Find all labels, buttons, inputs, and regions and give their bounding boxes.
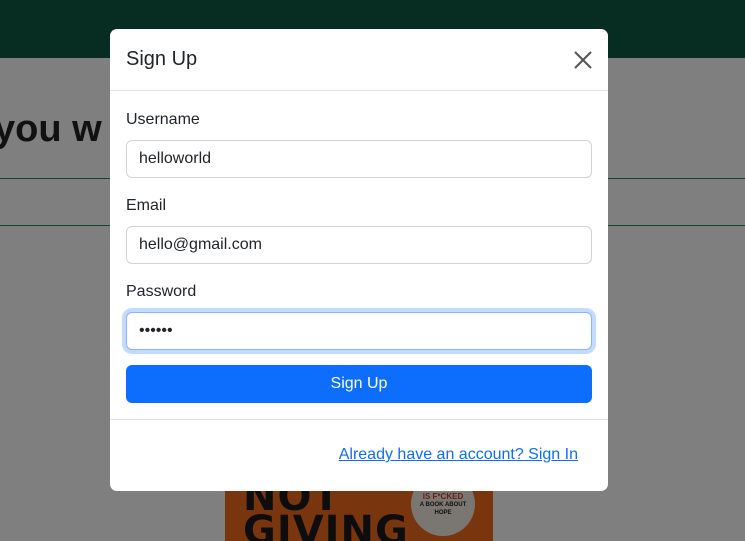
signup-button[interactable]: Sign Up [126, 365, 592, 403]
modal-body: Username Email Password Sign Up [110, 91, 608, 420]
email-input[interactable] [126, 226, 592, 264]
modal-header: Sign Up [110, 29, 608, 91]
username-input[interactable] [126, 140, 592, 178]
email-label: Email [126, 197, 167, 214]
username-label: Username [126, 111, 200, 128]
password-label: Password [126, 283, 197, 300]
password-input[interactable] [126, 312, 592, 350]
modal-title: Sign Up [126, 48, 198, 70]
close-button[interactable] [572, 49, 594, 71]
modal-footer: Already have an account? Sign In [110, 420, 608, 490]
signup-modal: Sign Up Username Email Password Sign Up … [110, 29, 608, 491]
signin-link[interactable]: Already have an account? Sign In [339, 446, 578, 464]
close-icon [574, 51, 592, 69]
